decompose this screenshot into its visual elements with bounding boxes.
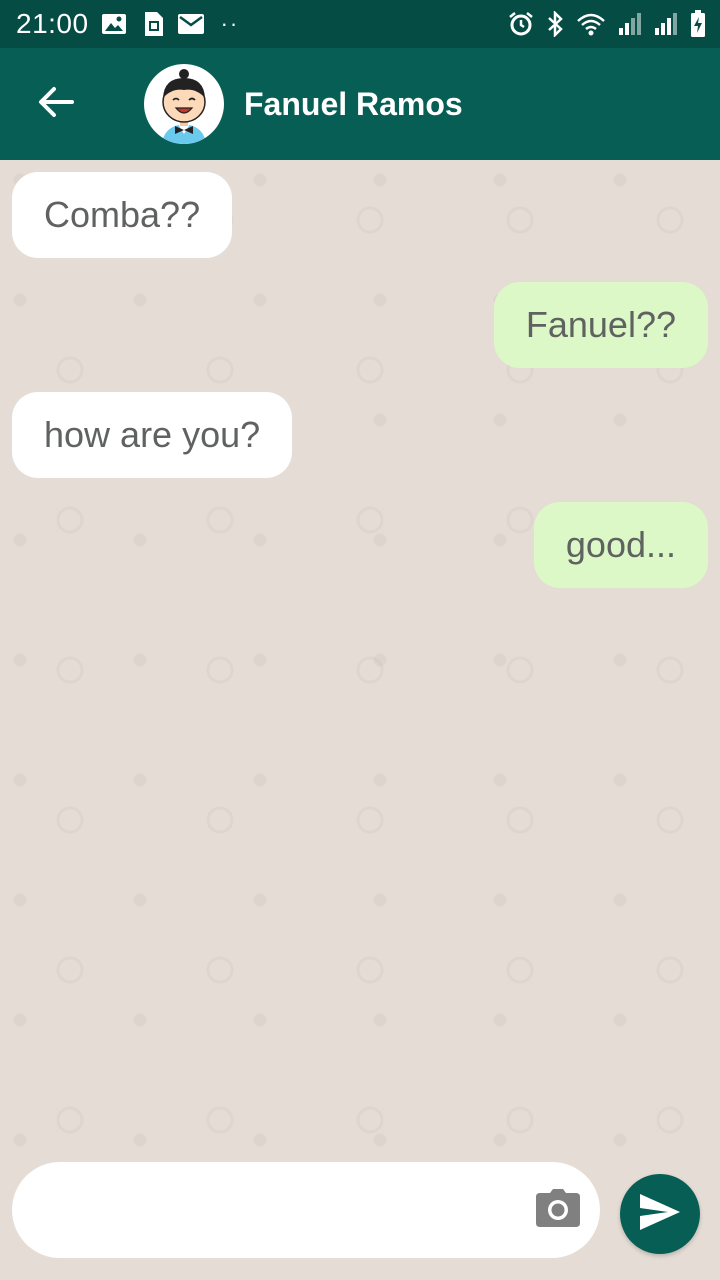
bluetooth-icon bbox=[546, 11, 564, 37]
send-icon bbox=[638, 1192, 682, 1237]
status-bar-left: 21:00 ·· bbox=[16, 8, 239, 40]
battery-charging-icon bbox=[690, 10, 706, 38]
incoming-message[interactable]: Comba?? bbox=[12, 172, 233, 258]
send-button[interactable] bbox=[620, 1174, 700, 1254]
contact-name[interactable]: Fanuel Ramos bbox=[244, 86, 463, 123]
back-button[interactable] bbox=[16, 64, 96, 144]
alarm-icon bbox=[508, 11, 534, 37]
arrow-back-icon bbox=[38, 86, 74, 123]
signal-icon bbox=[654, 12, 678, 36]
outgoing-message[interactable]: Fanuel?? bbox=[493, 282, 708, 368]
signal-icon bbox=[618, 12, 642, 36]
status-time: 21:00 bbox=[16, 8, 89, 39]
outgoing-message[interactable]: good... bbox=[533, 502, 708, 588]
message-composer bbox=[12, 1162, 600, 1258]
sim-card-icon bbox=[139, 11, 165, 37]
contact-avatar[interactable] bbox=[144, 64, 224, 144]
status-bar: 21:00 ·· bbox=[0, 0, 720, 48]
message-list[interactable]: Comba?? Fanuel?? how are you? good... bbox=[0, 160, 720, 1160]
status-bar-right bbox=[508, 10, 706, 38]
more-notifications-indicator: ·· bbox=[220, 11, 240, 36]
message-input[interactable] bbox=[42, 1180, 522, 1240]
image-icon bbox=[101, 12, 127, 36]
incoming-message[interactable]: how are you? bbox=[12, 392, 293, 478]
wifi-icon bbox=[576, 12, 606, 36]
mail-icon bbox=[177, 13, 205, 35]
chat-header: Fanuel Ramos bbox=[0, 48, 720, 160]
camera-icon bbox=[536, 1188, 580, 1232]
camera-button[interactable] bbox=[534, 1186, 582, 1234]
